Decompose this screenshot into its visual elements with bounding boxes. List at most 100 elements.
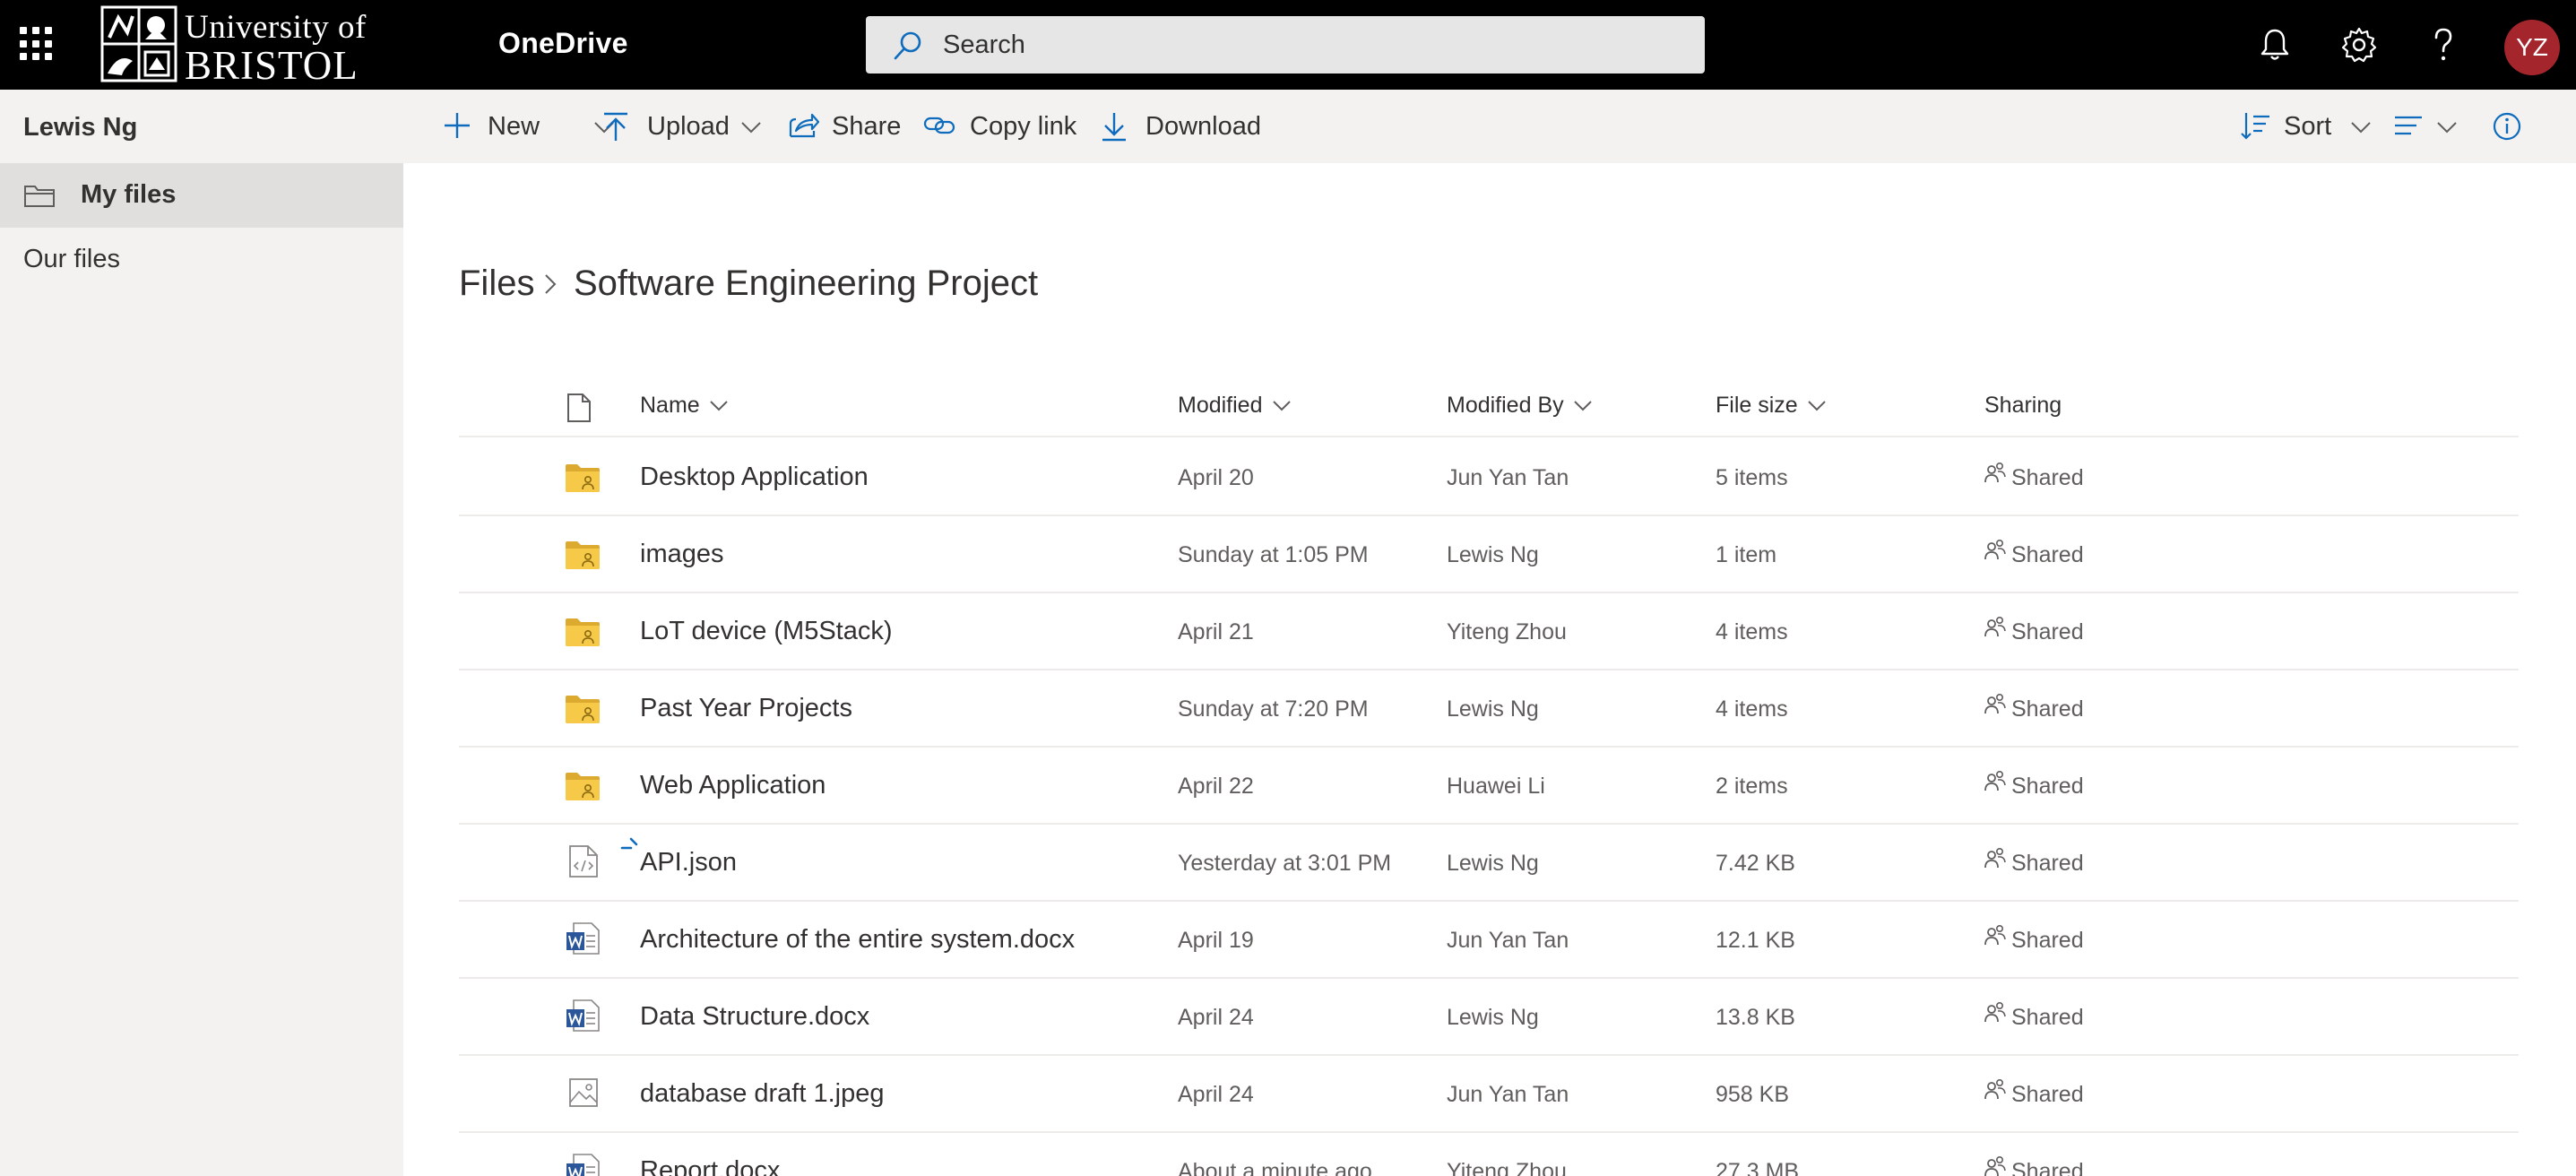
- notifications-bell-icon[interactable]: [2255, 25, 2295, 65]
- modified-date: Sunday at 1:05 PM: [1178, 542, 1369, 567]
- left-navigation: Lewis Ng My files Our files: [0, 90, 403, 1176]
- modified-by: Lewis Ng: [1447, 851, 1539, 876]
- chevron-down-icon: [2437, 122, 2457, 134]
- file-name[interactable]: Architecture of the entire system.docx: [640, 925, 1075, 955]
- column-header-file-size[interactable]: File size: [1716, 393, 1827, 419]
- logo-line-1: University of: [185, 9, 367, 46]
- code-file-icon: [569, 845, 598, 878]
- help-question-icon[interactable]: [2424, 25, 2463, 65]
- sharing-label: Shared: [2011, 851, 2084, 876]
- file-name[interactable]: Data Structure.docx: [640, 1002, 869, 1032]
- file-name[interactable]: Web Application: [640, 771, 826, 800]
- file-row[interactable]: Past Year Projects Sunday at 7:20 PM Lewis…: [459, 670, 2519, 748]
- share-button[interactable]: Share: [789, 90, 914, 163]
- file-row[interactable]: Report.docx About a minute ago Yiteng Zhou…: [459, 1133, 2519, 1176]
- column-header-name[interactable]: Name: [640, 393, 729, 419]
- modified-by: Lewis Ng: [1447, 542, 1539, 567]
- file-row[interactable]: Data Structure.docx April 24 Lewis Ng 13.8 …: [459, 979, 2519, 1056]
- column-label: Name: [640, 393, 700, 418]
- command-bar: New Upload Share Copy link Download Sort: [403, 90, 2576, 163]
- breadcrumb-files[interactable]: Files: [459, 264, 534, 304]
- search-icon: [894, 31, 921, 60]
- word-document-icon: [566, 999, 600, 1032]
- nav-item-my-files[interactable]: My files: [0, 163, 403, 228]
- view-options-button[interactable]: [2393, 90, 2474, 163]
- modified-by: Jun Yan Tan: [1447, 928, 1569, 953]
- file-row[interactable]: Web Application April 22 Huawei Li 2 items S…: [459, 748, 2519, 825]
- sort-label: Sort: [2284, 112, 2332, 141]
- file-type-column-icon[interactable]: [566, 393, 592, 423]
- details-pane-button[interactable]: [2492, 90, 2528, 163]
- sharing-label: Shared: [2011, 928, 2084, 953]
- user-avatar[interactable]: YZ: [2504, 20, 2560, 75]
- account-name[interactable]: Lewis Ng: [23, 113, 137, 143]
- logo-line-2: BRISTOL: [185, 43, 359, 88]
- file-name[interactable]: API.json: [640, 848, 737, 878]
- app-name[interactable]: OneDrive: [498, 27, 628, 60]
- file-name[interactable]: Report.docx: [640, 1156, 780, 1176]
- new-button[interactable]: New: [443, 90, 622, 163]
- file-row[interactable]: Desktop Application April 20 Jun Yan Tan 5 …: [459, 439, 2519, 516]
- file-size: 4 items: [1716, 696, 1788, 722]
- word-document-icon: [566, 1154, 600, 1176]
- column-header-modified-by[interactable]: Modified By: [1447, 393, 1593, 419]
- shared-people-icon: [1984, 462, 2006, 483]
- file-size: 1 item: [1716, 542, 1777, 567]
- modified-by: Yiteng Zhou: [1447, 619, 1567, 644]
- chevron-down-icon: [709, 401, 728, 411]
- file-name[interactable]: database draft 1.jpeg: [640, 1079, 884, 1109]
- file-name[interactable]: Past Year Projects: [640, 694, 852, 723]
- shared-folder-icon: [566, 464, 600, 492]
- column-label: Modified By: [1447, 393, 1564, 418]
- file-list-header: Name Modified Modified By File size Shar…: [459, 371, 2519, 437]
- column-label: Modified: [1178, 393, 1263, 418]
- sort-button[interactable]: Sort: [2241, 90, 2375, 163]
- shared-folder-icon: [566, 618, 600, 646]
- search-box[interactable]: [866, 16, 1705, 74]
- file-size: 12.1 KB: [1716, 928, 1795, 953]
- breadcrumb-current-folder: Software Engineering Project: [574, 264, 1039, 303]
- file-row[interactable]: images Sunday at 1:05 PM Lewis Ng 1 item Sha…: [459, 516, 2519, 593]
- modified-date: Yesterday at 3:01 PM: [1178, 851, 1392, 876]
- file-row[interactable]: API.json Yesterday at 3:01 PM Lewis Ng 7.42…: [459, 825, 2519, 902]
- shared-people-icon: [1984, 847, 2006, 869]
- sharing-label: Shared: [2011, 465, 2084, 490]
- column-header-modified[interactable]: Modified: [1178, 393, 1292, 419]
- shared-people-icon: [1984, 693, 2006, 714]
- upload-button[interactable]: Upload: [602, 90, 800, 163]
- plus-icon: [445, 113, 470, 138]
- file-size: 5 items: [1716, 465, 1788, 490]
- file-name[interactable]: images: [640, 540, 724, 569]
- shared-people-icon: [1984, 770, 2006, 791]
- file-name[interactable]: LoT device (M5Stack): [640, 617, 893, 646]
- modified-date: About a minute ago: [1178, 1159, 1372, 1176]
- file-row[interactable]: Architecture of the entire system.docx Ap…: [459, 902, 2519, 979]
- sharing-label: Shared: [2011, 619, 2084, 644]
- column-header-sharing[interactable]: Sharing: [1984, 393, 2062, 419]
- download-button[interactable]: Download: [1101, 90, 1280, 163]
- chevron-down-icon: [1807, 401, 1826, 411]
- nav-item-our-files[interactable]: Our files: [0, 228, 403, 292]
- chevron-down-icon: [2351, 122, 2371, 134]
- file-size: 27.3 MB: [1716, 1159, 1800, 1176]
- modified-date: April 19: [1178, 928, 1254, 953]
- link-icon: [923, 117, 955, 134]
- app-launcher-icon[interactable]: [20, 27, 54, 61]
- file-row[interactable]: database draft 1.jpeg April 24 Jun Yan Tan…: [459, 1056, 2519, 1133]
- upload-label: Upload: [647, 112, 730, 141]
- settings-gear-icon[interactable]: [2339, 25, 2379, 65]
- search-input[interactable]: [943, 16, 1678, 74]
- modified-date: April 24: [1178, 1005, 1254, 1030]
- column-label: File size: [1716, 393, 1798, 418]
- nav-item-label: Our files: [23, 245, 120, 273]
- file-name[interactable]: Desktop Application: [640, 463, 869, 492]
- shared-folder-icon: [566, 773, 600, 800]
- upload-arrow-icon: [604, 112, 627, 141]
- info-icon: [2493, 112, 2521, 141]
- shared-people-icon: [1984, 924, 2006, 946]
- copy-link-button[interactable]: Copy link: [923, 90, 1085, 163]
- university-logo[interactable]: University of BRISTOL: [100, 4, 369, 88]
- file-row[interactable]: LoT device (M5Stack) April 21 Yiteng Zhou 4…: [459, 593, 2519, 670]
- word-document-icon: [566, 922, 600, 955]
- sharing-label: Shared: [2011, 696, 2084, 722]
